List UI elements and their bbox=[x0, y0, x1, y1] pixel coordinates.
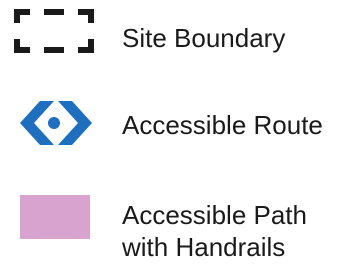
legend-label-line-2: with Handrails bbox=[122, 232, 286, 262]
double-chevron-route-icon bbox=[14, 99, 94, 147]
legend-item-site-boundary: Site Boundary bbox=[0, 0, 354, 80]
legend-item-accessible-route: Accessible Route bbox=[0, 95, 354, 165]
dashed-rectangle-icon bbox=[14, 9, 94, 53]
pink-fill-swatch-icon bbox=[20, 195, 90, 239]
map-legend: Site Boundary Accessible Route Accessibl bbox=[0, 0, 354, 267]
legend-label-site-boundary: Site Boundary bbox=[122, 23, 286, 53]
legend-item-accessible-path-handrails: Accessible Path with Handrails bbox=[0, 185, 354, 267]
legend-label-accessible-route: Accessible Route bbox=[122, 110, 323, 140]
legend-label-line-1: Accessible Path bbox=[122, 200, 307, 230]
legend-label-accessible-path: Accessible Path with Handrails bbox=[122, 199, 307, 263]
